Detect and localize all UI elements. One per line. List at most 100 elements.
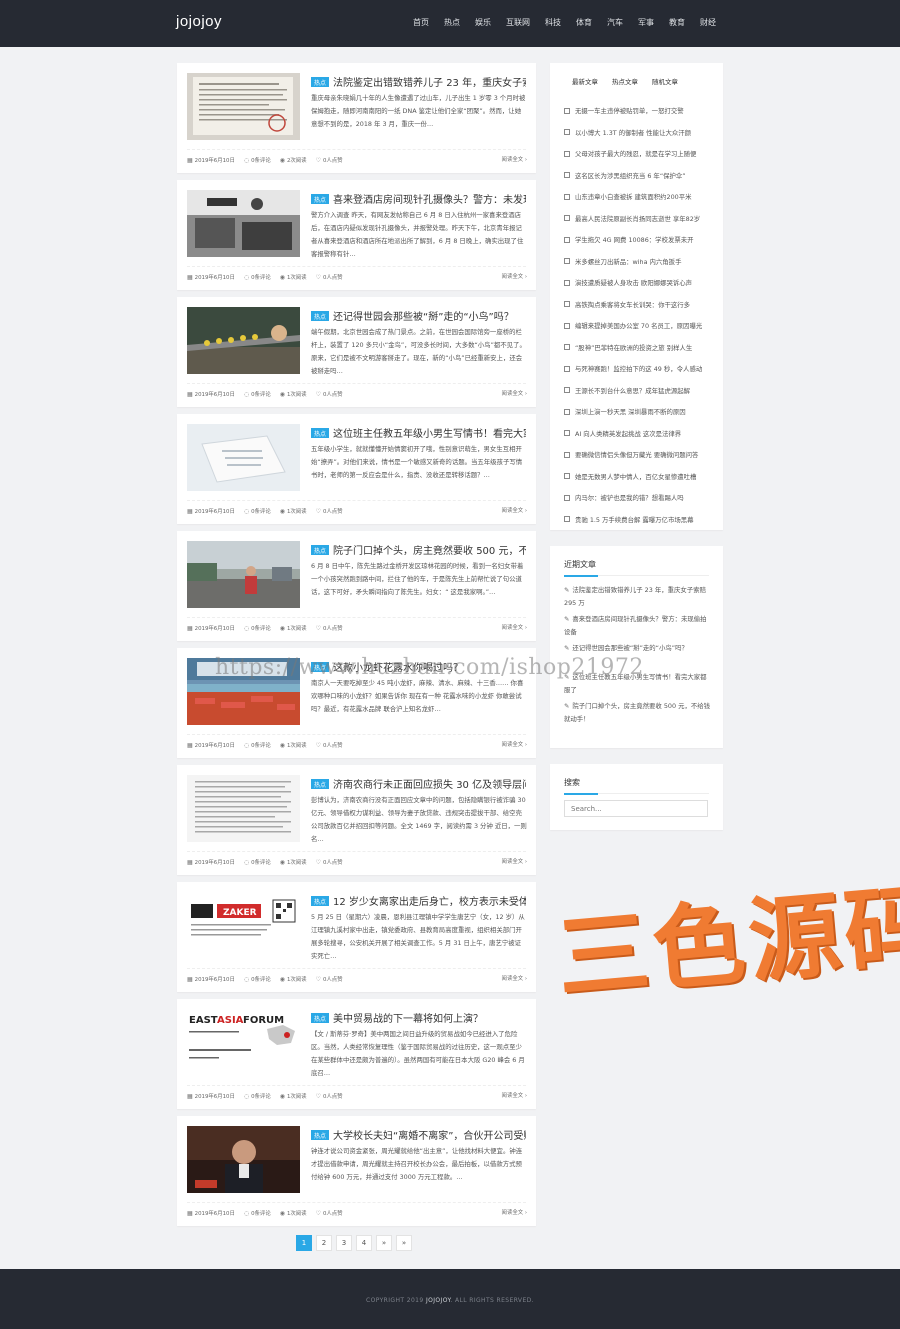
- sidebar-article-item[interactable]: AI 向人类精英发起挑战 这次是法律界: [564, 423, 714, 445]
- tab-hot[interactable]: 热点文章: [612, 76, 638, 86]
- sidebar-article-item[interactable]: 与死神赛跑！监控拍下的这 49 秒，令人感动: [564, 358, 714, 380]
- post-comments[interactable]: ◌ 0条评论: [244, 1209, 271, 1218]
- post-likes[interactable]: ♡ 0人点赞: [316, 858, 343, 867]
- last-page-button[interactable]: »: [396, 1235, 412, 1251]
- sidebar-article-item[interactable]: 以小博大 1.3T 的御制者 性能让大众汗颜: [564, 122, 714, 144]
- post-likes[interactable]: ♡ 0人点赞: [316, 975, 343, 984]
- post-title-text[interactable]: 美中贸易战的下一幕将如何上演？: [333, 1014, 483, 1023]
- sidebar-article-title[interactable]: 山东违章小白查被拆 建筑面积约200平米: [575, 192, 691, 201]
- post-title-text[interactable]: 这位班主任教五年级小男生写情书！看完大家都服了: [333, 429, 526, 438]
- post-comments[interactable]: ◌ 0条评论: [244, 507, 271, 516]
- recent-item-title[interactable]: 院子门口掉个头，房主竟然要收 500 元，不给钱就动手！: [564, 702, 710, 723]
- sidebar-article-title[interactable]: 内马尔：被铲也是我的错？想看踢人吗: [575, 493, 684, 502]
- recent-item-title[interactable]: 还记得世园会那些被“掰”走的“小鸟”吗？: [572, 644, 688, 652]
- post-title[interactable]: 热点 美中贸易战的下一幕将如何上演？: [311, 1010, 526, 1023]
- sidebar-article-title[interactable]: 深圳上演一秒天黑 深圳暴雨不断的原因: [575, 407, 686, 416]
- post-card[interactable]: 热点喜来登酒店房间现针孔摄像头？警方：未发现偷拍设备 警方介入调查 昨天，有网友…: [177, 180, 536, 290]
- site-logo[interactable]: jojojoy: [176, 13, 222, 30]
- sidebar-article-item[interactable]: 山东违章小白查被拆 建筑面积约200平米: [564, 186, 714, 208]
- sidebar-article-title[interactable]: “股神”巴菲特在欧洲的投资之旅 别样人生: [575, 343, 692, 352]
- nav-item-military[interactable]: 军事: [638, 17, 654, 28]
- read-more-link[interactable]: 阅读全文 ›: [502, 506, 527, 514]
- post-title[interactable]: 热点喜来登酒店房间现针孔摄像头？警方：未发现偷拍设备: [311, 191, 526, 204]
- sidebar-article-title[interactable]: 以小博大 1.3T 的御制者 性能让大众汗颜: [575, 128, 691, 137]
- post-card[interactable]: 热点法院鉴定出错致错养儿子 23 年，重庆女子索赔 295 万 重庆母亲朱晓娟几…: [177, 63, 536, 173]
- tab-latest[interactable]: 最新文章: [572, 76, 598, 86]
- sidebar-article-item[interactable]: 贵驰 1.5 万手续费台解 露曝万亿市场黑幕: [564, 509, 714, 531]
- sidebar-article-title[interactable]: 无摄一车主违停被贴罚单，一怒打交警: [575, 106, 684, 115]
- read-more-link[interactable]: 阅读全文 ›: [502, 857, 527, 865]
- post-thumbnail[interactable]: [187, 541, 300, 608]
- recent-item[interactable]: ✎ 喜来登酒店房间现针孔摄像头？警方：未现偷拍设备: [564, 613, 712, 639]
- sidebar-article-item[interactable]: 编辑来提掉美国办公室 70 名员工，原因曝光: [564, 315, 714, 337]
- page-2-button[interactable]: 2: [316, 1235, 332, 1251]
- post-card[interactable]: EAST ASIA FORUM 热点 美中贸易战的下一幕将如何上演？ 【文 / 斯蒂芬…: [177, 999, 536, 1109]
- sidebar-article-item[interactable]: 这名区长为涉黑组织充当 6 年“保护伞”: [564, 165, 714, 187]
- post-comments[interactable]: ◌ 0条评论: [244, 624, 271, 633]
- recent-item-title[interactable]: 喜来登酒店房间现针孔摄像头？警方：未现偷拍设备: [564, 615, 707, 636]
- nav-item-home[interactable]: 首页: [413, 17, 429, 28]
- sidebar-article-item[interactable]: “股神”巴菲特在欧洲的投资之旅 别样人生: [564, 337, 714, 359]
- post-likes[interactable]: ♡ 0人点赞: [316, 390, 343, 399]
- sidebar-article-title[interactable]: 她是无数男人梦中情人，百亿女星惨遭吐槽: [575, 472, 696, 481]
- read-more-link[interactable]: 阅读全文 ›: [502, 1208, 527, 1216]
- post-title-text[interactable]: 院子门口掉个头，房主竟然要收 500 元，不给钱就动手！: [333, 546, 526, 555]
- read-more-link[interactable]: 阅读全文 ›: [502, 1091, 527, 1099]
- post-card[interactable]: 热点院子门口掉个头，房主竟然要收 500 元，不给钱就动手！ 6 月 8 日中午…: [177, 531, 536, 641]
- sidebar-article-title[interactable]: AI 向人类精英发起挑战 这次是法律界: [575, 429, 681, 438]
- sidebar-article-item[interactable]: 学生拖欠 4G 网费 10086：学校发票未开: [564, 229, 714, 251]
- sidebar-article-title[interactable]: 最高人民法院原副长肖扬同志逝世 享年82岁: [575, 214, 700, 223]
- recent-item-title[interactable]: 法院鉴定出错致错养儿子 23 年，重庆女子索赔 295 万: [564, 586, 706, 607]
- post-thumbnail[interactable]: [187, 190, 300, 257]
- post-title-text[interactable]: 喜来登酒店房间现针孔摄像头？警方：未发现偷拍设备: [333, 195, 526, 204]
- next-page-button[interactable]: »: [376, 1235, 392, 1251]
- read-more-link[interactable]: 阅读全文 ›: [502, 623, 527, 631]
- post-title[interactable]: 热点院子门口掉个头，房主竟然要收 500 元，不给钱就动手！: [311, 542, 526, 555]
- nav-item-tech[interactable]: 科技: [545, 17, 561, 28]
- post-thumbnail[interactable]: [187, 424, 300, 491]
- post-card[interactable]: 热点 还记得世园会那些被“掰”走的“小鸟”吗？ 端午假期，北京世园会成了热门景点。…: [177, 297, 536, 407]
- recent-item[interactable]: ✎ 法院鉴定出错致错养儿子 23 年，重庆女子索赔 295 万: [564, 584, 712, 610]
- post-likes[interactable]: ♡ 0人点赞: [316, 156, 343, 165]
- read-more-link[interactable]: 阅读全文 ›: [502, 389, 527, 397]
- post-title[interactable]: 热点法院鉴定出错致错养儿子 23 年，重庆女子索赔 295 万: [311, 74, 526, 87]
- read-more-link[interactable]: 阅读全文 ›: [502, 272, 527, 280]
- sidebar-article-item[interactable]: 最高人民法院原副长肖扬同志逝世 享年82岁: [564, 208, 714, 230]
- post-card[interactable]: ZAKER 热点 12 岁少女离家出走后身亡，校方表示未受体罚 5 月 25 日（…: [177, 882, 536, 992]
- sidebar-article-title[interactable]: 王源长不到台什么意思？成年猛虎源起解: [575, 386, 690, 395]
- sidebar-article-item[interactable]: 她是无数男人梦中情人，百亿女星惨遭吐槽: [564, 466, 714, 488]
- post-title-text[interactable]: 济南农商行未正面回应损失 30 亿及领导层问题: [333, 780, 526, 789]
- post-likes[interactable]: ♡ 0人点赞: [316, 1092, 343, 1101]
- nav-item-internet[interactable]: 互联网: [506, 17, 530, 28]
- sidebar-article-title[interactable]: 这名区长为涉黑组织充当 6 年“保护伞”: [575, 171, 686, 180]
- post-thumbnail[interactable]: [187, 73, 300, 140]
- post-thumbnail[interactable]: [187, 775, 300, 842]
- post-title[interactable]: 热点 还记得世园会那些被“掰”走的“小鸟”吗？: [311, 308, 526, 321]
- post-comments[interactable]: ◌ 0条评论: [244, 273, 271, 282]
- nav-item-finance[interactable]: 财经: [700, 17, 716, 28]
- post-card[interactable]: 热点这位班主任教五年级小男生写情书！看完大家都服了 五年级小学生，就就懂懂开始情…: [177, 414, 536, 524]
- sidebar-article-item[interactable]: 无摄一车主违停被贴罚单，一怒打交警: [564, 100, 714, 122]
- post-comments[interactable]: ◌ 0条评论: [244, 1092, 271, 1101]
- page-1-button[interactable]: 1: [296, 1235, 312, 1251]
- post-title[interactable]: 热点 大学校长夫妇“离婚不离家”，合伙开公司受贿: [311, 1127, 526, 1140]
- post-likes[interactable]: ♡ 0人点赞: [316, 624, 343, 633]
- post-title[interactable]: 热点这位班主任教五年级小男生写情书！看完大家都服了: [311, 425, 526, 438]
- post-title-text[interactable]: 大学校长夫妇“离婚不离家”，合伙开公司受贿: [333, 1131, 526, 1140]
- post-comments[interactable]: ◌ 0条评论: [244, 858, 271, 867]
- page-4-button[interactable]: 4: [356, 1235, 372, 1251]
- page-3-button[interactable]: 3: [336, 1235, 352, 1251]
- sidebar-article-title[interactable]: 与死神赛跑！监控拍下的这 49 秒，令人感动: [575, 364, 702, 373]
- read-more-link[interactable]: 阅读全文 ›: [502, 155, 527, 163]
- post-card[interactable]: 热点 大学校长夫妇“离婚不离家”，合伙开公司受贿 钟连才说公司资金紧张，周光耀就给…: [177, 1116, 536, 1226]
- search-input[interactable]: [564, 800, 708, 817]
- sidebar-article-title[interactable]: 演技遭质疑被人身攻击 欧阳娜娜哭诉心声: [575, 278, 692, 287]
- post-thumbnail[interactable]: ZAKER: [187, 892, 300, 959]
- read-more-link[interactable]: 阅读全文 ›: [502, 974, 527, 982]
- post-comments[interactable]: ◌ 0条评论: [244, 975, 271, 984]
- post-title-text[interactable]: 还记得世园会那些被“掰”走的“小鸟”吗？: [333, 312, 514, 321]
- sidebar-article-title[interactable]: 高铁掏点乘客将女车长训哭：你干这行多: [575, 300, 690, 309]
- sidebar-article-title[interactable]: 学生拖欠 4G 网费 10086：学校发票未开: [575, 235, 694, 244]
- post-comments[interactable]: ◌ 0条评论: [244, 741, 271, 750]
- post-thumbnail[interactable]: EAST ASIA FORUM: [187, 1009, 300, 1076]
